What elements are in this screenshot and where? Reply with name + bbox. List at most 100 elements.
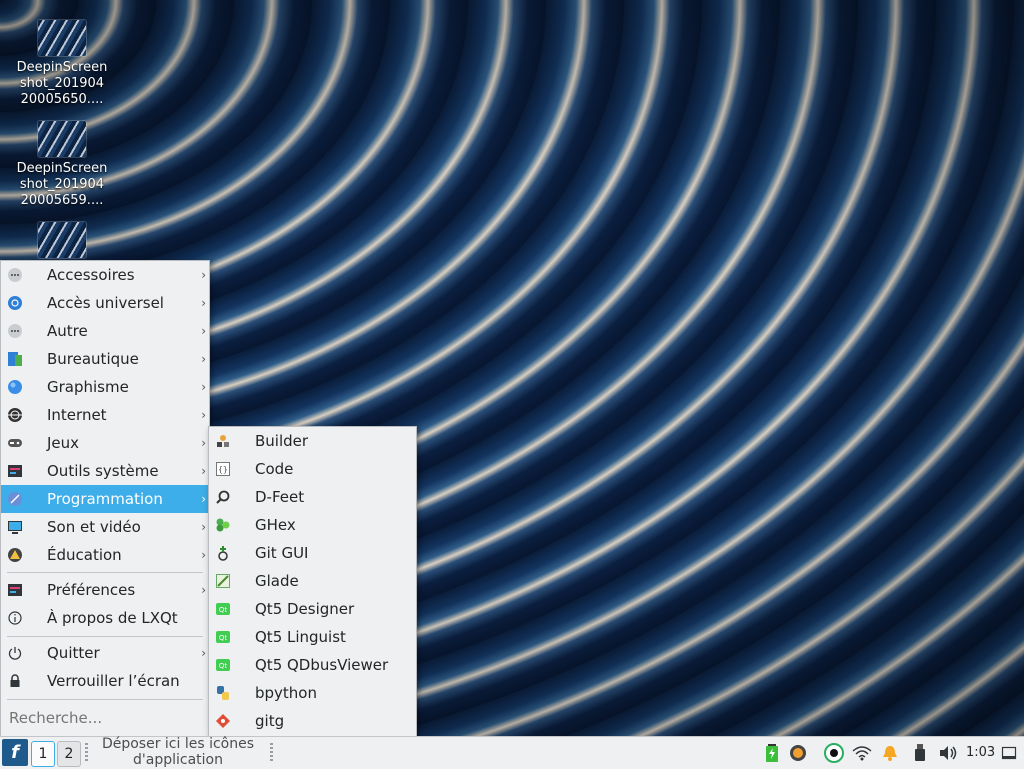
submenu-item-ghex[interactable]: GHex (209, 511, 416, 539)
search-input[interactable] (9, 709, 199, 727)
menu-separator (7, 636, 203, 637)
development-submenu: Builder {} Code D-Feet GHex Git GUI Glad… (208, 426, 417, 737)
submenu-item-label: Glade (255, 572, 299, 590)
menu-item-label: Programmation (47, 490, 163, 508)
education-icon (7, 547, 23, 563)
menu-item-preferences[interactable]: Préférences › (1, 576, 209, 604)
battery-icon[interactable] (762, 743, 782, 763)
menu-item-label: Éducation (47, 546, 122, 564)
multimedia-icon (7, 519, 23, 535)
graphics-icon (7, 379, 23, 395)
menu-item-label: Internet (47, 406, 107, 424)
ghex-icon (215, 517, 231, 533)
menu-item-multimedia[interactable]: Son et vidéo › (1, 513, 209, 541)
system-tools-icon (7, 463, 23, 479)
menu-item-games[interactable]: Jeux › (1, 429, 209, 457)
menu-item-development[interactable]: Programmation › (1, 485, 209, 513)
svg-text:Qt: Qt (219, 662, 228, 670)
internet-icon (7, 407, 23, 423)
menu-item-lock-screen[interactable]: Verrouiller l’écran (1, 667, 209, 695)
chevron-right-icon: › (201, 548, 206, 562)
git-gui-icon (215, 545, 231, 561)
chevron-right-icon: › (201, 324, 206, 338)
wifi-icon[interactable] (852, 743, 872, 763)
accessibility-icon (7, 295, 23, 311)
submenu-item-qt-linguist[interactable]: Qt Qt5 Linguist (209, 623, 416, 651)
development-icon (7, 491, 23, 507)
image-thumbnail-icon (38, 121, 86, 157)
obs-record-icon[interactable] (824, 743, 844, 763)
qt-linguist-icon: Qt (215, 629, 231, 645)
menu-item-quit[interactable]: Quitter › (1, 639, 209, 667)
menu-item-label: Jeux (47, 434, 80, 452)
qt-designer-icon: Qt (215, 601, 231, 617)
chevron-right-icon: › (201, 646, 206, 660)
image-thumbnail-icon (38, 222, 86, 258)
quicklaunch-drop-area[interactable]: Déposer ici les icônes d'application (88, 736, 268, 768)
svg-text:Qt: Qt (219, 634, 228, 642)
menu-item-system-tools[interactable]: Outils système › (1, 457, 209, 485)
submenu-item-qt-designer[interactable]: Qt Qt5 Designer (209, 595, 416, 623)
workspace-2-button[interactable]: 2 (57, 741, 81, 767)
submenu-item-qt-dbusviewer[interactable]: Qt Qt5 QDbusViewer (209, 651, 416, 679)
desktop-file-label: DeepinScreen shot_201904 20005650.... (16, 60, 108, 107)
menu-item-about[interactable]: À propos de LXQt (1, 604, 209, 632)
submenu-item-label: Qt5 Linguist (255, 628, 346, 646)
start-menu-button[interactable]: f (2, 739, 28, 766)
menu-item-office[interactable]: Bureautique › (1, 345, 209, 373)
submenu-item-label: D-Feet (255, 488, 305, 506)
volume-icon[interactable] (938, 743, 958, 763)
office-icon (7, 351, 23, 367)
image-thumbnail-icon (38, 20, 86, 56)
taskbar: f 1 2 Déposer ici les icônes d'applicati… (0, 736, 1024, 769)
menu-item-label: Bureautique (47, 350, 139, 368)
submenu-item-git-gui[interactable]: Git GUI (209, 539, 416, 567)
show-desktop-icon[interactable] (999, 743, 1019, 763)
notification-bell-icon[interactable] (880, 743, 900, 763)
submenu-item-dfeet[interactable]: D-Feet (209, 483, 416, 511)
desktop-file-screenshot-3[interactable] (14, 222, 110, 262)
menu-item-graphics[interactable]: Graphisme › (1, 373, 209, 401)
fedora-logo-icon: f (11, 742, 19, 763)
menu-item-label: Préférences (47, 581, 136, 599)
submenu-item-glade[interactable]: Glade (209, 567, 416, 595)
update-notifier-icon[interactable] (788, 743, 808, 763)
workspace-1-button[interactable]: 1 (31, 741, 55, 767)
gamepad-icon (7, 435, 23, 451)
submenu-item-code[interactable]: {} Code (209, 455, 416, 483)
power-icon (7, 645, 23, 661)
menu-item-accessories[interactable]: Accessoires › (1, 261, 209, 289)
submenu-item-bpython[interactable]: bpython (209, 679, 416, 707)
submenu-item-label: bpython (255, 684, 317, 702)
info-icon (7, 610, 23, 626)
submenu-item-builder[interactable]: Builder (209, 427, 416, 455)
submenu-item-label: GHex (255, 516, 296, 534)
gitg-icon (215, 713, 231, 729)
submenu-item-label: Qt5 QDbusViewer (255, 656, 389, 674)
submenu-item-gitg[interactable]: gitg (209, 707, 416, 735)
lock-icon (7, 673, 23, 689)
clock[interactable]: 1:03 (966, 745, 995, 760)
chevron-right-icon: › (201, 464, 206, 478)
desktop-file-label: DeepinScreen shot_201904 20005659.... (16, 161, 108, 208)
chevron-right-icon: › (201, 352, 206, 366)
menu-item-label: Accessoires (47, 266, 135, 284)
menu-item-other[interactable]: Autre › (1, 317, 209, 345)
submenu-item-label: gitg (255, 712, 285, 730)
qt-dbusviewer-icon: Qt (215, 657, 231, 673)
preferences-icon (7, 582, 23, 598)
application-menu: Accessoires › Accès universel › Autre › … (0, 260, 210, 738)
chevron-right-icon: › (201, 296, 206, 310)
desktop-file-screenshot-1[interactable]: DeepinScreen shot_201904 20005650.... (14, 20, 110, 108)
submenu-item-label: Builder (255, 432, 309, 450)
chevron-right-icon: › (201, 436, 206, 450)
magnifier-icon (215, 489, 231, 505)
desktop-file-screenshot-2[interactable]: DeepinScreen shot_201904 20005659.... (14, 121, 110, 209)
menu-item-internet[interactable]: Internet › (1, 401, 209, 429)
menu-item-accessibility[interactable]: Accès universel › (1, 289, 209, 317)
builder-icon (215, 433, 231, 449)
panel-grip-handle[interactable] (270, 743, 273, 763)
menu-item-education[interactable]: Éducation › (1, 541, 209, 569)
menu-item-label: Graphisme (47, 378, 129, 396)
usb-device-icon[interactable] (910, 743, 930, 763)
